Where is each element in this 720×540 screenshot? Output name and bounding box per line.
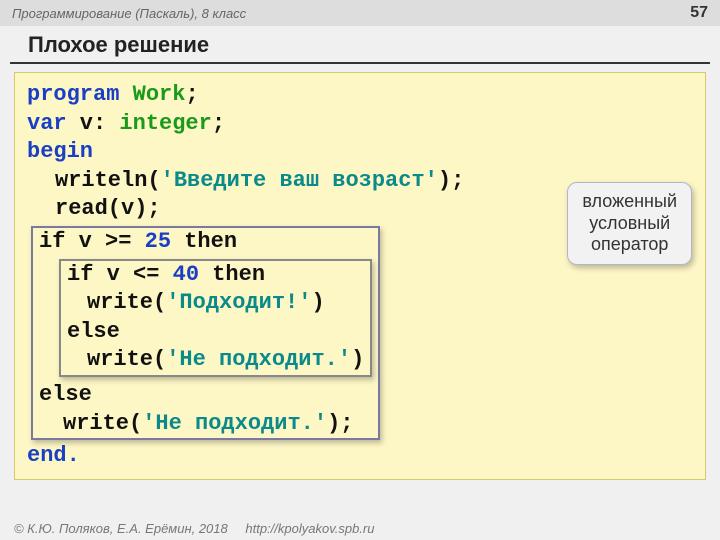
header-bar: Программирование (Паскаль), 8 класс 57 (0, 0, 720, 26)
slide-title: Плохое решение (10, 26, 710, 64)
string-literal: 'Не подходит.' (166, 347, 351, 372)
kw-var: var (27, 111, 67, 136)
page-number: 57 (690, 4, 708, 22)
code-block: program Work; var v: integer; begin writ… (14, 72, 706, 480)
string-literal: 'Введите ваш возраст' (161, 168, 438, 193)
callout-line: вложенный (582, 191, 677, 213)
kw-end: end. (27, 443, 80, 468)
code-line: else (39, 381, 372, 410)
inner-if-box: if v <= 40 then write('Подходит!') else … (59, 259, 372, 377)
footer: © К.Ю. Поляков, Е.А. Ерёмин, 2018 http:/… (14, 521, 374, 536)
outer-if-box: if v >= 25 then if v <= 40 then write('П… (31, 226, 380, 440)
string-literal: 'Подходит!' (166, 290, 311, 315)
course-label: Программирование (Паскаль), 8 класс (12, 6, 246, 21)
code-line: var v: integer; (27, 110, 693, 139)
callout-line: оператор (582, 234, 677, 256)
kw-integer: integer (119, 111, 211, 136)
callout-box: вложенный условный оператор (567, 182, 692, 265)
kw-begin: begin (27, 139, 93, 164)
callout-line: условный (582, 213, 677, 235)
prog-name: Work (133, 82, 186, 107)
code-line: begin (27, 138, 693, 167)
number: 25 (145, 229, 171, 254)
code-line: program Work; (27, 81, 693, 110)
number: 40 (173, 262, 199, 287)
code-line: else (67, 318, 364, 347)
code-line: end. (27, 442, 693, 471)
code-line: write('Не подходит.'); (39, 410, 372, 439)
footer-url: http://kpolyakov.spb.ru (245, 521, 374, 536)
copyright: © К.Ю. Поляков, Е.А. Ерёмин, 2018 (14, 521, 228, 536)
code-line: write('Подходит!') (67, 289, 364, 318)
code-line: if v <= 40 then (67, 261, 364, 290)
code-line: if v >= 25 then (39, 228, 372, 257)
string-literal: 'Не подходит.' (142, 411, 327, 436)
code-line: write('Не подходит.') (67, 346, 364, 375)
kw-program: program (27, 82, 119, 107)
